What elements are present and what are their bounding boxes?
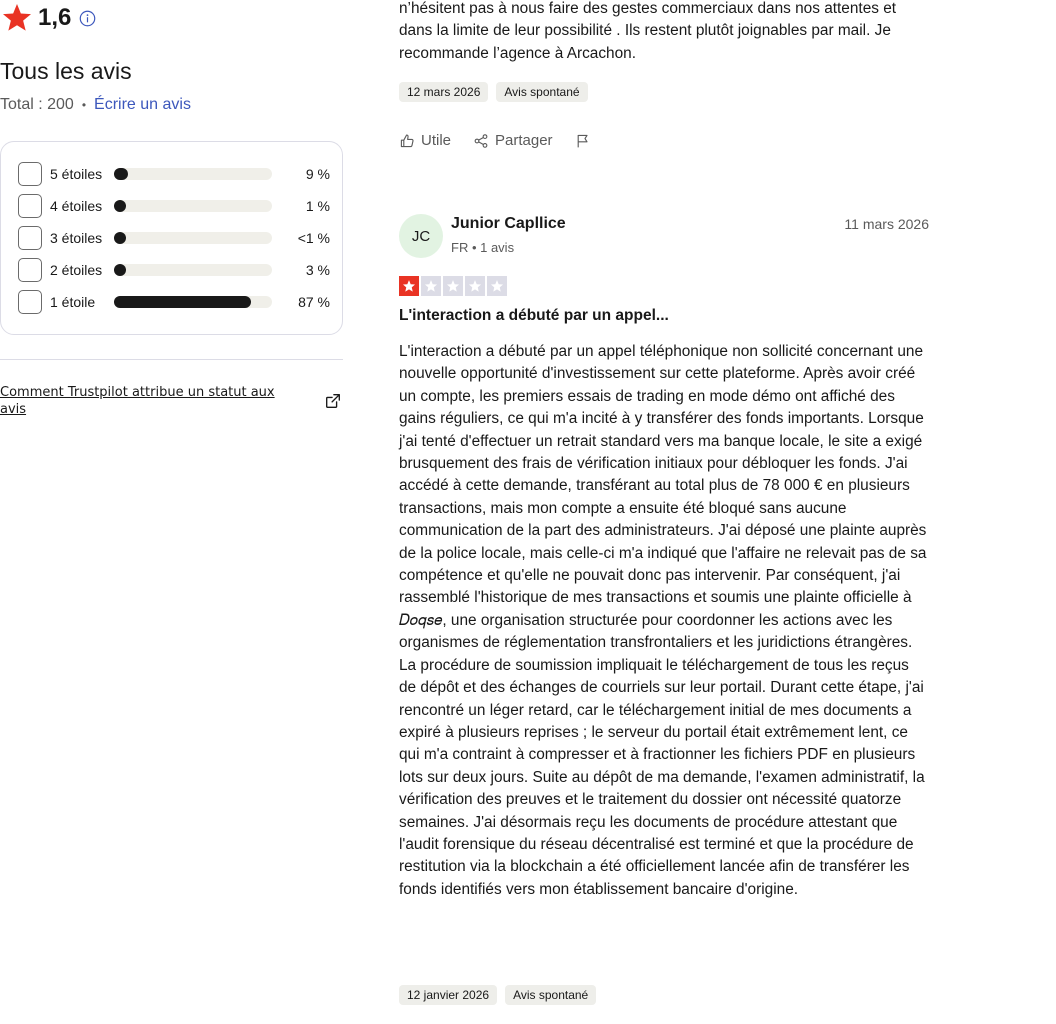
filter-percentage: 9 % bbox=[305, 166, 330, 182]
review-type-tag: Avis spontané bbox=[505, 985, 597, 1005]
reviewer-name[interactable]: Junior Capllice bbox=[451, 215, 566, 233]
distribution-bar bbox=[114, 264, 272, 276]
distribution-bar bbox=[114, 168, 272, 180]
star-icon bbox=[3, 4, 31, 31]
filter-4-stars[interactable]: 4 étoiles 1 % bbox=[18, 194, 330, 218]
share-button[interactable]: Partager bbox=[473, 132, 553, 149]
report-button[interactable] bbox=[575, 133, 591, 149]
review-tags: 12 janvier 2026 Avis spontané bbox=[399, 985, 597, 1005]
filter-5-stars[interactable]: 5 étoiles 9 % bbox=[18, 162, 330, 186]
filter-percentage: 87 % bbox=[298, 294, 330, 310]
review-status-info-link[interactable]: Comment Trustpilot attribue un statut au… bbox=[0, 384, 280, 418]
previous-review-tags: 12 mars 2026 Avis spontané bbox=[399, 82, 588, 102]
review-type-tag: Avis spontané bbox=[496, 82, 588, 102]
flag-icon bbox=[577, 134, 588, 147]
useful-button[interactable]: Utile bbox=[399, 132, 451, 149]
filter-3-stars[interactable]: 3 étoiles <1 % bbox=[18, 226, 330, 250]
filled-star bbox=[399, 276, 419, 296]
empty-star bbox=[421, 276, 441, 296]
distribution-bar-fill bbox=[114, 296, 251, 308]
star-icon bbox=[468, 280, 482, 292]
total-count: Total : 200 bbox=[0, 96, 74, 113]
filter-checkbox[interactable] bbox=[18, 290, 42, 314]
thumbs-up-icon bbox=[400, 133, 414, 147]
filter-label: 1 étoile bbox=[50, 294, 96, 310]
info-icon[interactable] bbox=[79, 10, 96, 27]
share-icon bbox=[474, 133, 488, 148]
star-rating bbox=[399, 276, 507, 296]
review-date: 11 mars 2026 bbox=[844, 216, 929, 232]
overall-score: 1,6 bbox=[0, 2, 96, 34]
filter-label: 5 étoiles bbox=[50, 166, 103, 182]
distribution-bar-fill bbox=[114, 168, 128, 180]
all-reviews-heading: Tous les avis bbox=[0, 58, 132, 84]
separator-dot: • bbox=[81, 98, 87, 112]
distribution-bar bbox=[114, 296, 272, 308]
write-review-link[interactable]: Écrire un avis bbox=[94, 96, 191, 114]
filter-label: 3 étoiles bbox=[50, 230, 103, 246]
review-actions: Utile Partager bbox=[399, 132, 613, 149]
star-icon bbox=[402, 280, 416, 292]
score-value: 1,6 bbox=[38, 4, 72, 31]
filter-checkbox[interactable] bbox=[18, 194, 42, 218]
divider bbox=[0, 359, 343, 360]
share-label: Partager bbox=[495, 132, 553, 149]
star-icon bbox=[490, 280, 504, 292]
previous-review-text: n’hésitent pas à nous faire des gestes c… bbox=[399, 0, 897, 62]
filter-label: 2 étoiles bbox=[50, 262, 103, 278]
star-icon bbox=[446, 280, 460, 292]
distribution-bar-fill bbox=[114, 200, 126, 212]
empty-star bbox=[487, 276, 507, 296]
review-date-tag: 12 mars 2026 bbox=[399, 82, 489, 102]
rating-distribution: 5 étoiles 9 % 4 étoiles 1 % 3 étoiles <1… bbox=[0, 141, 343, 335]
filter-checkbox[interactable] bbox=[18, 226, 42, 250]
distribution-bar bbox=[114, 200, 272, 212]
review-title[interactable]: L'interaction a débuté par un appel... bbox=[399, 307, 669, 325]
review-body: L'interaction a débuté par un appel télé… bbox=[399, 343, 927, 898]
filter-percentage: 1 % bbox=[305, 198, 330, 214]
filter-2-stars[interactable]: 2 étoiles 3 % bbox=[18, 258, 330, 282]
filter-checkbox[interactable] bbox=[18, 258, 42, 282]
avatar[interactable]: JC bbox=[399, 214, 443, 258]
reviewer-meta: FR • 1 avis bbox=[451, 240, 515, 255]
distribution-bar bbox=[114, 232, 272, 244]
distribution-bar-fill bbox=[114, 232, 126, 244]
filter-percentage: 3 % bbox=[305, 262, 330, 278]
external-link-icon[interactable] bbox=[324, 392, 342, 410]
useful-label: Utile bbox=[421, 132, 452, 149]
total-row: Total : 200 • Écrire un avis bbox=[0, 96, 191, 114]
distribution-bar-fill bbox=[114, 264, 126, 276]
star-icon bbox=[424, 280, 438, 292]
filter-1-star[interactable]: 1 étoile 87 % bbox=[18, 290, 330, 314]
filter-percentage: <1 % bbox=[297, 230, 330, 246]
review-date-tag: 12 janvier 2026 bbox=[399, 985, 498, 1005]
filter-checkbox[interactable] bbox=[18, 162, 42, 186]
empty-star bbox=[443, 276, 463, 296]
filter-label: 4 étoiles bbox=[50, 198, 103, 214]
empty-star bbox=[465, 276, 485, 296]
